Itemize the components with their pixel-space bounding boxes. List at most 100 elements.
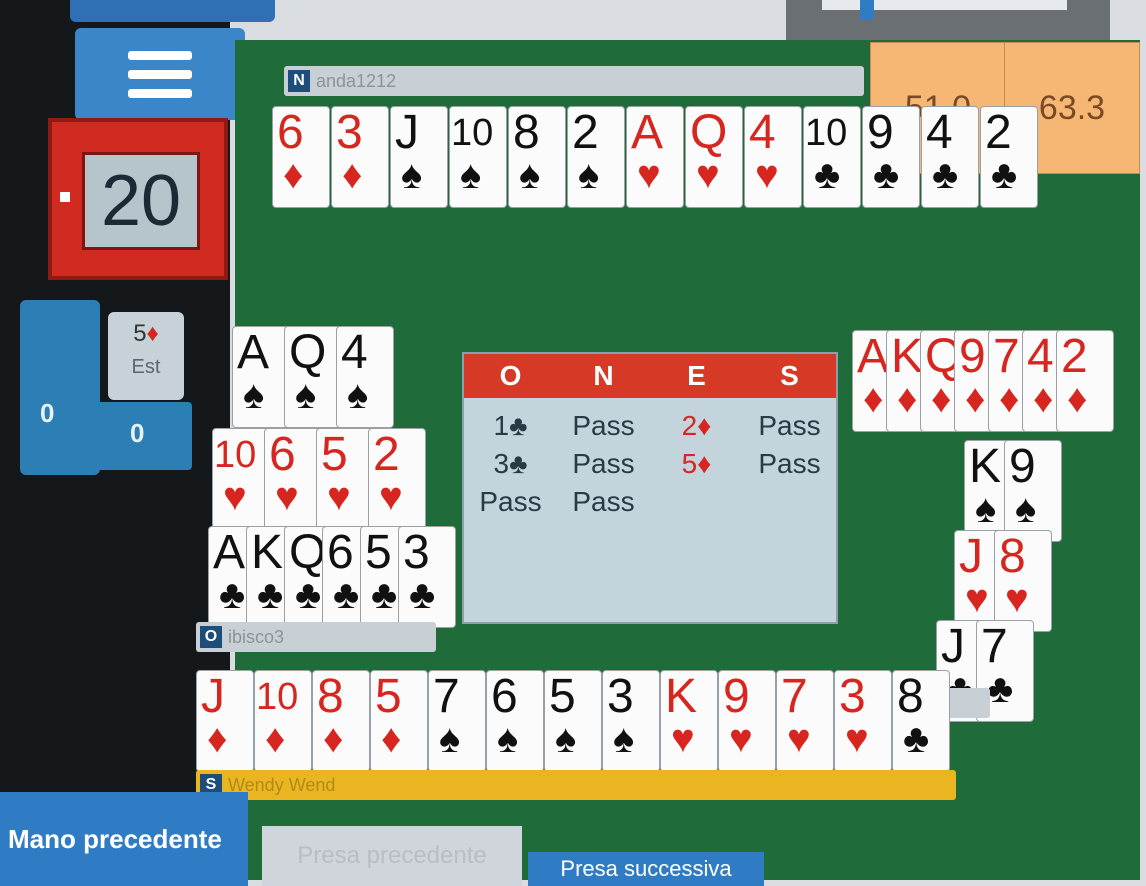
card-suit-icon: ♥ — [327, 475, 351, 519]
contract-suit: ♦ — [146, 320, 159, 347]
playing-card[interactable]: 7 ♠ — [428, 670, 486, 772]
top-button[interactable] — [70, 0, 275, 22]
card-rank: 8 — [999, 530, 1026, 583]
player-tag-north: N anda1212 — [284, 66, 864, 96]
card-suit-icon: ♠ — [460, 153, 482, 197]
card-suit-icon: ♥ — [696, 153, 720, 197]
top-bar-field — [822, 0, 1067, 10]
card-suit-icon: ♣ — [257, 573, 284, 617]
card-suit-icon: ♠ — [1015, 487, 1037, 531]
card-rank: 9 — [867, 106, 894, 159]
playing-card[interactable]: 10 ♥ — [212, 428, 270, 530]
bid-cell: Pass — [572, 486, 635, 517]
card-rank: 7 — [981, 620, 1008, 673]
card-suit-icon: ♠ — [555, 717, 577, 761]
playing-card[interactable]: 2 ♦ — [1056, 330, 1114, 432]
playing-card[interactable]: Q ♠ — [284, 326, 342, 428]
card-suit-icon: ♠ — [975, 487, 997, 531]
bid-header-north: N — [593, 360, 614, 391]
playing-card[interactable]: 4 ♣ — [921, 106, 979, 208]
playing-card[interactable]: 9 ♠ — [1004, 440, 1062, 542]
playing-card[interactable]: 2 ♠ — [567, 106, 625, 208]
card-suit-icon: ♥ — [729, 717, 753, 761]
card-rank: 7 — [433, 670, 460, 723]
playing-card[interactable]: 6 ♠ — [486, 670, 544, 772]
card-rank: 7 — [993, 330, 1020, 383]
card-rank: 2 — [572, 106, 599, 159]
card-suit-icon: ♣ — [295, 573, 322, 617]
card-suit-icon: ♣ — [903, 717, 930, 761]
contract-box: 5♦ Est — [108, 312, 184, 400]
playing-card[interactable]: 8 ♥ — [994, 530, 1052, 632]
card-rank: 9 — [723, 670, 750, 723]
card-rank: 8 — [897, 670, 924, 723]
playing-card[interactable]: 9 ♣ — [862, 106, 920, 208]
score-left: 0 — [40, 398, 55, 428]
playing-card[interactable]: 4 ♠ — [336, 326, 394, 428]
playing-card[interactable]: A ♠ — [232, 326, 290, 428]
playing-card[interactable]: 6 ♦ — [272, 106, 330, 208]
contract-declarer: Est — [131, 356, 161, 378]
card-suit-icon: ♣ — [371, 573, 398, 617]
card-suit-icon: ♠ — [578, 153, 600, 197]
playing-card[interactable]: 5 ♦ — [370, 670, 428, 772]
playing-card[interactable]: 10 ♦ — [254, 670, 312, 772]
card-suit-icon: ♥ — [845, 717, 869, 761]
bidding-row: 1♣ Pass 2♦ Pass — [464, 410, 836, 442]
playing-card[interactable]: 2 ♥ — [368, 428, 426, 530]
card-suit-icon: ♥ — [755, 153, 779, 197]
score-right: 0 — [130, 418, 145, 448]
menu-icon-bar — [128, 88, 192, 98]
bid-cell: Pass — [479, 486, 542, 517]
bidding-box: O N E S 1♣ Pass 2♦ Pass 3♣ Pass 5♦ Pass Pass Pass — [462, 352, 838, 624]
previous-hand-button[interactable]: Mano precedente — [0, 792, 248, 886]
bidding-row: Pass Pass — [464, 486, 836, 518]
card-suit-icon: ♠ — [519, 153, 541, 197]
playing-card[interactable]: 2 ♣ — [980, 106, 1038, 208]
playing-card[interactable]: 10 ♣ — [803, 106, 861, 208]
playing-card[interactable]: 8 ♦ — [312, 670, 370, 772]
menu-button[interactable] — [75, 28, 245, 120]
card-rank: J — [201, 670, 225, 723]
playing-card[interactable]: 7 ♥ — [776, 670, 834, 772]
playing-card[interactable]: J ♦ — [196, 670, 254, 772]
seat-letter-north: N — [288, 70, 310, 92]
board-number-box: 20 — [48, 118, 228, 280]
playing-card[interactable]: A ♥ — [626, 106, 684, 208]
card-rank: 6 — [277, 106, 304, 159]
card-suit-icon: ♦ — [381, 717, 402, 761]
card-rank: 9 — [959, 330, 986, 383]
bid-cell: Pass — [758, 448, 821, 479]
playing-card[interactable]: J ♠ — [390, 106, 448, 208]
card-suit-icon: ♥ — [379, 475, 403, 519]
playing-card[interactable]: 6 ♥ — [264, 428, 322, 530]
next-trick-button[interactable]: Presa successiva — [528, 852, 764, 886]
card-rank: J — [395, 106, 419, 159]
card-suit-icon: ♣ — [873, 153, 900, 197]
card-suit-icon: ♦ — [265, 717, 286, 761]
card-rank: J — [941, 620, 965, 673]
playing-card[interactable]: 3 ♠ — [602, 670, 660, 772]
playing-card[interactable]: 3 ♣ — [398, 526, 456, 628]
playing-card[interactable]: 3 ♦ — [331, 106, 389, 208]
card-rank: K — [891, 330, 924, 383]
playing-card[interactable]: 4 ♥ — [744, 106, 802, 208]
card-suit-icon: ♣ — [219, 573, 246, 617]
playing-card[interactable]: 8 ♠ — [508, 106, 566, 208]
previous-trick-button[interactable]: Presa precedente — [262, 826, 522, 886]
playing-card[interactable]: Q ♥ — [685, 106, 743, 208]
card-suit-icon: ♦ — [283, 153, 304, 197]
playing-card[interactable]: 3 ♥ — [834, 670, 892, 772]
bid-cell: 2♦ — [681, 410, 712, 441]
bid-header-south: S — [780, 360, 799, 391]
playing-card[interactable]: 10 ♠ — [449, 106, 507, 208]
card-suit-icon: ♦ — [931, 377, 952, 421]
card-suit-icon: ♦ — [323, 717, 344, 761]
card-rank: 6 — [491, 670, 518, 723]
playing-card[interactable]: 5 ♥ — [316, 428, 374, 530]
bid-cell — [743, 486, 836, 518]
playing-card[interactable]: K ♥ — [660, 670, 718, 772]
playing-card[interactable]: 5 ♠ — [544, 670, 602, 772]
playing-card[interactable]: 9 ♥ — [718, 670, 776, 772]
playing-card[interactable]: 8 ♣ — [892, 670, 950, 772]
